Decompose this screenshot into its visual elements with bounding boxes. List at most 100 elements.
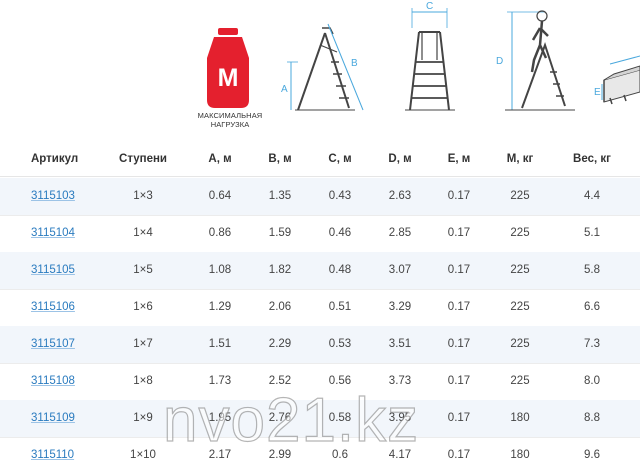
cell-b: 1.59: [268, 227, 292, 239]
table-row: 3115104 1×4 0.86 1.59 0.46 2.85 0.17 225…: [0, 215, 640, 253]
cell-m: 180: [510, 449, 530, 461]
cell-weight: 4.4: [584, 190, 600, 202]
col-steps: Ступени: [119, 153, 167, 165]
cell-m: 180: [510, 412, 530, 424]
cell-b: 2.06: [268, 301, 292, 313]
cell-a: 1.08: [208, 264, 232, 276]
cell-steps: 1×7: [133, 338, 153, 350]
cell-m: 225: [510, 375, 530, 387]
weight-icon-letter: M: [218, 64, 239, 92]
table-row: 3115108 1×8 1.73 2.52 0.56 3.73 0.17 225…: [0, 363, 640, 401]
cell-a: 1.29: [208, 301, 232, 313]
cell-steps: 1×8: [133, 375, 153, 387]
ladder-dimension-diagrams: M A B C D E: [207, 1, 640, 111]
article-link[interactable]: 3115105: [31, 264, 75, 276]
cell-a: 0.86: [208, 227, 232, 239]
cell-m: 225: [510, 227, 530, 239]
header-diagrams: M A B C D E МАКСИМАЛЬНАЯ НАГРУЗКА: [0, 0, 640, 140]
cell-m: 225: [510, 264, 530, 276]
cell-e: 0.17: [447, 264, 471, 276]
cell-b: 2.76: [268, 412, 292, 424]
col-d: D, м: [388, 153, 412, 165]
cell-weight: 8.0: [584, 375, 600, 387]
col-m: М, кг: [506, 153, 534, 165]
col-weight: Вес, кг: [573, 153, 611, 165]
cell-d: 2.63: [388, 190, 412, 202]
cell-c: 0.53: [328, 338, 352, 350]
cell-a: 0.64: [208, 190, 232, 202]
cell-d: 3.07: [388, 264, 412, 276]
article-link[interactable]: 3115106: [31, 301, 75, 313]
cell-c: 0.6: [332, 449, 348, 461]
col-b: В, м: [268, 153, 292, 165]
cell-steps: 1×9: [133, 412, 153, 424]
cell-c: 0.43: [328, 190, 352, 202]
cell-c: 0.48: [328, 264, 352, 276]
cell-c: 0.51: [328, 301, 352, 313]
cell-a: 1.51: [208, 338, 232, 350]
package-dimension-diagram: E: [594, 55, 640, 105]
cell-e: 0.17: [447, 338, 471, 350]
label-d: D: [496, 56, 503, 67]
col-article: Артикул: [31, 153, 79, 165]
col-e: Е, м: [447, 153, 471, 165]
cell-steps: 1×4: [133, 227, 153, 239]
cell-d: 3.73: [388, 375, 412, 387]
article-link[interactable]: 3115109: [31, 412, 75, 424]
cell-c: 0.58: [328, 412, 352, 424]
cell-steps: 1×10: [130, 449, 156, 461]
cell-d: 3.29: [388, 301, 412, 313]
cell-m: 225: [510, 338, 530, 350]
cell-steps: 1×6: [133, 301, 153, 313]
article-link[interactable]: 3115104: [31, 227, 75, 239]
cell-m: 225: [510, 301, 530, 313]
table-row: 3115107 1×7 1.51 2.29 0.53 3.51 0.17 225…: [0, 326, 640, 364]
article-link[interactable]: 3115108: [31, 375, 75, 387]
cell-d: 4.17: [388, 449, 412, 461]
cell-e: 0.17: [447, 301, 471, 313]
cell-a: 2.17: [208, 449, 232, 461]
cell-e: 0.17: [447, 190, 471, 202]
cell-b: 1.35: [268, 190, 292, 202]
cell-b: 2.52: [268, 375, 292, 387]
cell-weight: 6.6: [584, 301, 600, 313]
cell-weight: 9.6: [584, 449, 600, 461]
cell-b: 1.82: [268, 264, 292, 276]
cell-weight: 5.1: [584, 227, 600, 239]
table-row: 3115110 1×10 2.17 2.99 0.6 4.17 0.17 180…: [0, 437, 640, 474]
cell-e: 0.17: [447, 375, 471, 387]
cell-weight: 8.8: [584, 412, 600, 424]
cell-e: 0.17: [447, 412, 471, 424]
cell-weight: 5.8: [584, 264, 600, 276]
label-a: A: [281, 84, 288, 95]
table-row: 3115103 1×3 0.64 1.35 0.43 2.63 0.17 225…: [0, 178, 640, 216]
person-on-ladder-diagram: D: [496, 10, 575, 111]
article-link[interactable]: 3115107: [31, 338, 75, 350]
label-b: B: [351, 58, 358, 69]
cell-d: 3.95: [388, 412, 412, 424]
cell-b: 2.29: [268, 338, 292, 350]
max-load-weight-icon: M: [207, 28, 249, 108]
article-link[interactable]: 3115110: [31, 449, 74, 461]
table-row: 3115105 1×5 1.08 1.82 0.48 3.07 0.17 225…: [0, 252, 640, 290]
cell-b: 2.99: [268, 449, 292, 461]
cell-d: 2.85: [388, 227, 412, 239]
max-load-caption: МАКСИМАЛЬНАЯ НАГРУЗКА: [197, 111, 263, 129]
cell-a: 1.73: [208, 375, 232, 387]
article-link[interactable]: 3115103: [31, 190, 75, 202]
table-header: Артикул Ступени А, м В, м С, м D, м Е, м…: [0, 142, 640, 177]
cell-a: 1.95: [208, 412, 232, 424]
cell-d: 3.51: [388, 338, 412, 350]
label-c: C: [426, 1, 433, 12]
table-row: 3115109 1×9 1.95 2.76 0.58 3.95 0.17 180…: [0, 400, 640, 438]
label-e: E: [594, 87, 601, 98]
cell-e: 0.17: [447, 227, 471, 239]
cell-c: 0.56: [328, 375, 352, 387]
cell-c: 0.46: [328, 227, 352, 239]
cell-steps: 1×5: [133, 264, 153, 276]
cell-weight: 7.3: [584, 338, 600, 350]
col-c: С, м: [328, 153, 352, 165]
side-view-diagram: A B: [281, 23, 364, 111]
cell-m: 225: [510, 190, 530, 202]
cell-e: 0.17: [447, 449, 471, 461]
